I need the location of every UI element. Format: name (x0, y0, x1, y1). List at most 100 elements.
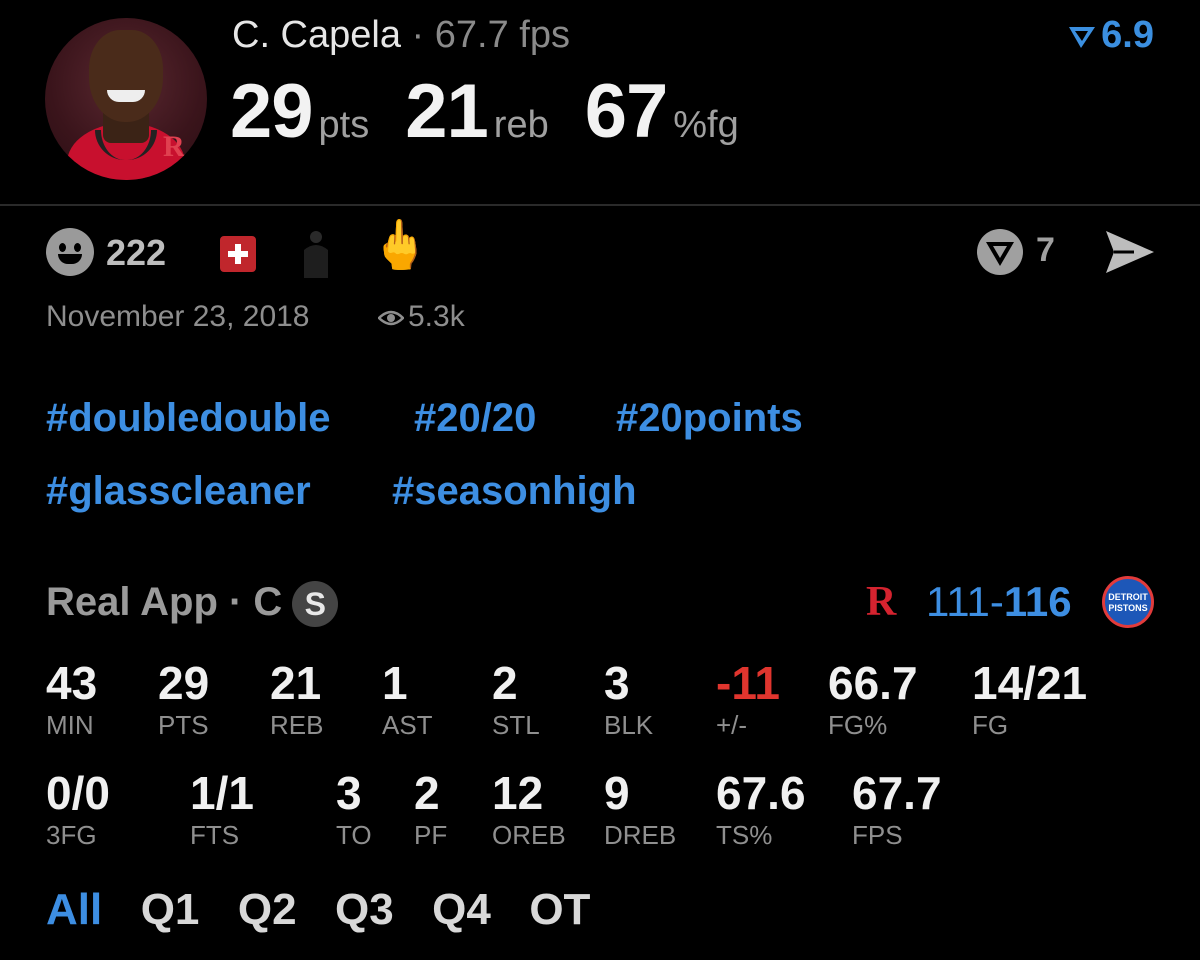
headline-stats: 29 pts 21 reb 67 %fg (230, 68, 775, 155)
verified-badge-icon[interactable] (974, 226, 1026, 278)
stat-min: 43 MIN (46, 656, 97, 740)
hashtag[interactable]: #seasonhigh (392, 469, 637, 514)
stat-value: 43 (46, 657, 98, 709)
rockets-logo-icon[interactable]: R (866, 578, 896, 626)
stat-label: FPS (852, 820, 903, 850)
stat-value: 66.7 (828, 657, 918, 709)
tab-q3[interactable]: Q3 (335, 885, 394, 935)
stat-value: 1 (382, 657, 408, 709)
stat-value: 3 (604, 657, 630, 709)
stat-value: 2 (414, 767, 440, 819)
stat-label: AST (382, 710, 433, 740)
stat-value: 14/21 (972, 657, 1088, 709)
stat-label: OREB (492, 820, 566, 850)
stat-fts: 1/1 FTS (190, 766, 254, 850)
swiss-flag-icon[interactable] (220, 236, 256, 272)
headline-rebounds-value: 21 (405, 69, 489, 154)
tab-all[interactable]: All (46, 885, 102, 935)
stat-value: 0/0 (46, 767, 110, 819)
stat-to: 3 TO (336, 766, 372, 850)
stat-stl: 2 STL (492, 656, 540, 740)
smiley-reaction-icon[interactable] (46, 228, 94, 276)
stat-value: 21 (270, 657, 322, 709)
eye-icon (377, 310, 405, 326)
finger-emoji-icon[interactable]: 🖕 (370, 222, 430, 270)
stat-label: MIN (46, 710, 94, 740)
stat-label: +/- (716, 710, 748, 740)
headline-fg-value: 67 (584, 69, 669, 154)
headline-rebounds-unit: reb (493, 104, 549, 146)
rockets-jersey-logo-icon: R (163, 130, 185, 163)
stat-oreb: 12 OREB (492, 766, 566, 850)
stat-fg-pct: 66.7 FG% (828, 656, 918, 740)
player-fps: 67.7 fps (434, 14, 570, 56)
tab-ot[interactable]: OT (529, 885, 590, 935)
source-label: Real App · C (46, 580, 283, 624)
headline-points-value: 29 (230, 69, 314, 154)
stat-pts: 29 PTS (158, 656, 209, 740)
stat-label: TO (336, 820, 372, 850)
hashtag[interactable]: #20/20 (414, 396, 536, 441)
post-date: November 23, 2018 (46, 300, 310, 333)
tab-q2[interactable]: Q2 (238, 885, 297, 935)
avatar-head (89, 30, 163, 122)
stat-fg: 14/21 FG (972, 656, 1087, 740)
stat-label: DREB (604, 820, 677, 850)
stat-label: 3FG (46, 820, 97, 850)
stat-label: PTS (158, 710, 209, 740)
reaction-count: 222 (106, 232, 167, 273)
stat-label: STL (492, 710, 540, 740)
stat-value: 29 (158, 657, 210, 709)
views-count: 5.3k (408, 300, 465, 333)
stat-label: BLK (604, 710, 654, 740)
game-score[interactable]: 111-116 (926, 578, 1072, 626)
stat-plus-minus: -11 +/- (716, 656, 780, 740)
stat-label: PF (414, 820, 448, 850)
stat-source: Real App · CS (46, 580, 339, 627)
coach-emoji-icon[interactable] (300, 228, 332, 278)
player-rating[interactable]: 6.9 (1067, 14, 1154, 57)
pistons-logo-icon[interactable]: DETROIT PISTONS (1102, 576, 1154, 628)
avatar-smile (107, 90, 145, 102)
stat-value: 2 (492, 657, 518, 709)
stat-value: 1/1 (190, 767, 254, 819)
score-home: 111 (926, 578, 990, 625)
rating-arrow-icon (1069, 27, 1096, 48)
source-badge[interactable]: S (292, 581, 339, 627)
player-name[interactable]: C. Capela (232, 14, 401, 56)
hashtag[interactable]: #20points (616, 396, 803, 441)
player-name-line: C. Capela · 67.7 fps (232, 14, 570, 57)
separator: · (411, 14, 425, 56)
player-avatar[interactable]: R (45, 18, 207, 180)
stat-value: 3 (336, 767, 362, 819)
smiley-left-eye (59, 243, 66, 252)
tab-q1[interactable]: Q1 (141, 885, 200, 935)
rating-value: 6.9 (1101, 14, 1154, 56)
stat-value: -11 (716, 657, 780, 709)
stat-label: FG% (828, 710, 888, 740)
hashtag[interactable]: #glasscleaner (46, 469, 311, 514)
smiley-mouth (58, 254, 82, 264)
stat-pf: 2 PF (414, 766, 447, 850)
send-icon[interactable] (1104, 229, 1156, 275)
stat-dreb: 9 DREB (604, 766, 676, 850)
header-divider (0, 204, 1200, 206)
views: 5.3k (377, 300, 465, 334)
hashtag[interactable]: #doubledouble (46, 396, 330, 441)
score-away: 116 (1003, 578, 1072, 625)
headline-fg-unit: %fg (673, 104, 739, 146)
stat-label: TS% (716, 820, 773, 850)
stat-label: FTS (190, 820, 240, 850)
period-tabs: All Q1 Q2 Q3 Q4 OT (46, 885, 624, 935)
stat-value: 9 (604, 767, 630, 819)
tab-q4[interactable]: Q4 (432, 885, 491, 935)
smiley-right-eye (74, 243, 81, 252)
stat-value: 67.7 (852, 767, 942, 819)
stat-reb: 21 REB (270, 656, 323, 740)
stat-fps: 67.7 FPS (852, 766, 942, 850)
stat-value: 12 (492, 767, 544, 819)
stat-label: FG (972, 710, 1009, 740)
stat-ast: 1 AST (382, 656, 433, 740)
stat-label: REB (270, 710, 324, 740)
verified-count: 7 (1036, 231, 1055, 269)
